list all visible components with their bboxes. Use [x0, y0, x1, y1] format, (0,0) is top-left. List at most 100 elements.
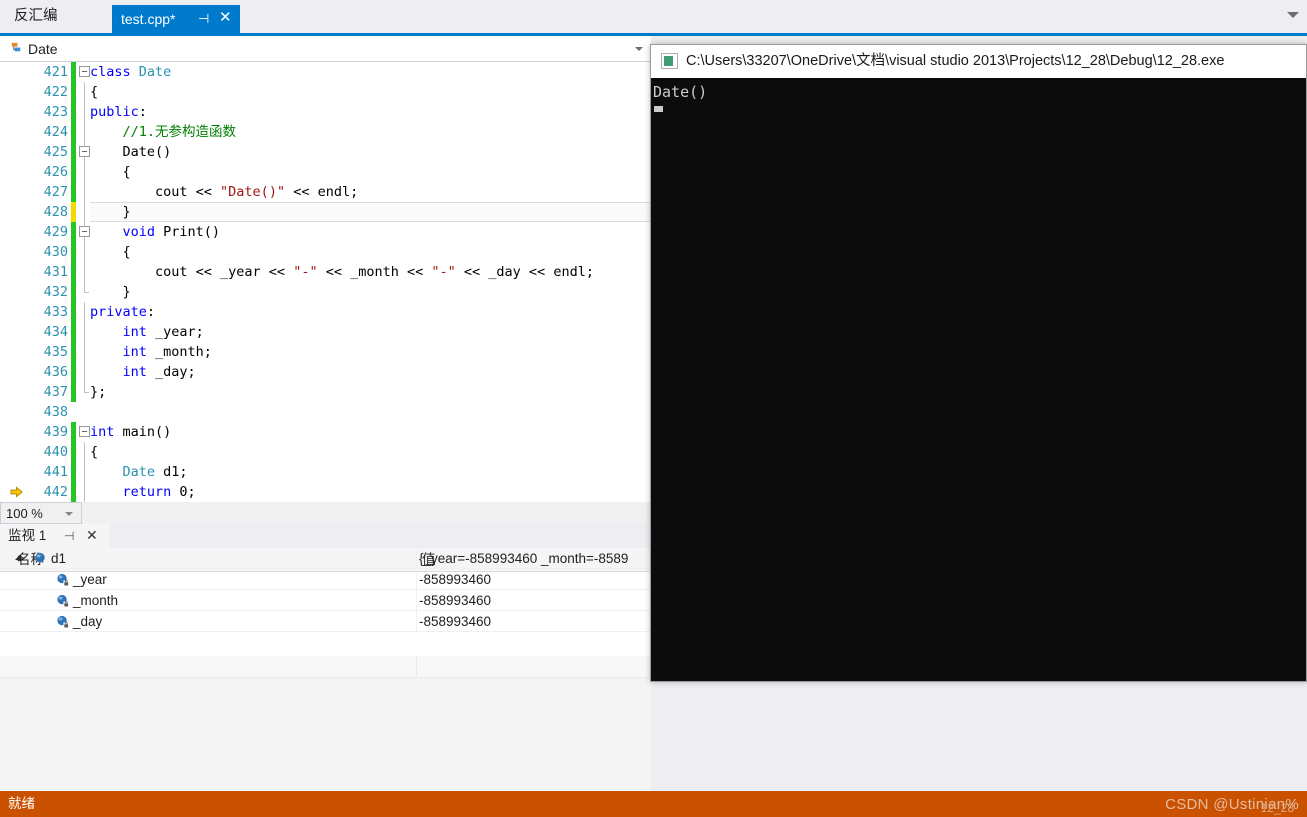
navigation-bar: Date: [0, 36, 651, 62]
code-text: Date d1;: [122, 464, 188, 480]
pin-icon[interactable]: ⊣: [198, 10, 209, 28]
code-text: int _month;: [122, 344, 212, 360]
outline-collapse-icon[interactable]: [79, 226, 90, 237]
code-line[interactable]: 421 class Date: [0, 62, 651, 82]
tab-test-cpp[interactable]: test.cpp* ⊣ ✕: [112, 5, 240, 33]
chevron-down-icon[interactable]: [1287, 12, 1299, 18]
breakpoint-gutter[interactable]: [0, 362, 30, 382]
variable-icon: [35, 552, 45, 563]
watch-variable-value[interactable]: {_year=-858993460 _month=-8589: [419, 549, 651, 568]
breakpoint-gutter[interactable]: [0, 302, 30, 322]
outlining-guide-line: [84, 442, 85, 462]
line-number: 427: [43, 184, 68, 200]
console-output-area[interactable]: Date(): [651, 78, 1306, 681]
breakpoint-gutter[interactable]: [0, 422, 30, 442]
code-text-area[interactable]: 421 class Date 422 {423 public: 424 //1.无参构造函…: [0, 62, 651, 502]
breakpoint-gutter[interactable]: [0, 442, 30, 462]
watch-variable-value[interactable]: -858993460: [419, 612, 651, 631]
code-line[interactable]: 439 int main(): [0, 422, 651, 442]
pin-icon[interactable]: ⊣: [64, 528, 74, 544]
outline-collapse-icon[interactable]: [79, 146, 90, 157]
close-icon[interactable]: ✕: [86, 526, 98, 544]
watch-empty-row[interactable]: [0, 656, 651, 678]
zoom-control[interactable]: 100 %: [0, 502, 82, 524]
console-title-bar[interactable]: C:\Users\33207\OneDrive\文档\visual studio…: [651, 45, 1306, 78]
breakpoint-gutter[interactable]: [0, 382, 30, 402]
breakpoint-gutter[interactable]: [0, 242, 30, 262]
code-text: int _year;: [122, 324, 204, 340]
breakpoint-gutter[interactable]: [0, 322, 30, 342]
tab-watch-1[interactable]: 监视 1 ⊣ ✕: [0, 524, 110, 548]
code-line[interactable]: 426 {: [0, 162, 651, 182]
breakpoint-gutter[interactable]: [0, 142, 30, 162]
watch-row[interactable]: d1 {_year=-858993460 _month=-8589: [0, 548, 651, 569]
horizontal-scrollbar[interactable]: [82, 502, 651, 524]
breakpoint-gutter[interactable]: [0, 82, 30, 102]
zoom-level-label: 100 %: [6, 506, 43, 521]
code-line[interactable]: 422 {: [0, 82, 651, 102]
code-line[interactable]: 423 public:: [0, 102, 651, 122]
navigation-scope-label[interactable]: Date: [28, 39, 58, 59]
chevron-down-icon[interactable]: [635, 47, 643, 51]
code-line[interactable]: 431 cout << _year << "-" << _month << "-…: [0, 262, 651, 282]
breakpoint-gutter[interactable]: [0, 462, 30, 482]
breakpoint-gutter[interactable]: [0, 282, 30, 302]
watch-variable-name[interactable]: d1: [51, 549, 66, 568]
change-indicator-bar: [71, 462, 76, 482]
code-text: };: [90, 384, 107, 400]
breakpoint-gutter[interactable]: [0, 182, 30, 202]
watch-variable-name[interactable]: _day: [73, 612, 102, 631]
code-line[interactable]: 424 //1.无参构造函数: [0, 122, 651, 142]
watch-variable-name[interactable]: _month: [73, 591, 118, 610]
code-line[interactable]: 432 }: [0, 282, 651, 302]
change-indicator-bar: [71, 62, 76, 82]
breakpoint-gutter[interactable]: [0, 62, 30, 82]
code-line[interactable]: 442 return 0;: [0, 482, 651, 502]
breakpoint-gutter[interactable]: [0, 162, 30, 182]
line-number: 422: [43, 84, 68, 100]
tab-disassembly[interactable]: 反汇编: [0, 0, 72, 33]
outline-collapse-icon[interactable]: [79, 426, 90, 437]
expand-collapse-icon[interactable]: [15, 554, 25, 564]
code-line[interactable]: 441 Date d1;: [0, 462, 651, 482]
watch-window-panel: 监视 1 ⊣ ✕ 名称 值 d1 {_year=-858993460 _month…: [0, 524, 651, 791]
close-icon[interactable]: ✕: [219, 8, 232, 28]
watch-tab-row: 监视 1 ⊣ ✕: [0, 524, 651, 548]
tab-label: test.cpp*: [121, 11, 176, 27]
current-line-highlight: [90, 202, 651, 222]
watch-row[interactable]: _month -858993460: [0, 590, 651, 611]
watch-variable-name[interactable]: _year: [73, 570, 107, 589]
code-line[interactable]: 440 {: [0, 442, 651, 462]
breakpoint-gutter[interactable]: [0, 402, 30, 422]
code-line[interactable]: 428 }: [0, 202, 651, 222]
code-line[interactable]: 434 int _year;: [0, 322, 651, 342]
code-line[interactable]: 430 {: [0, 242, 651, 262]
watch-variable-value[interactable]: -858993460: [419, 591, 651, 610]
breakpoint-gutter[interactable]: [0, 122, 30, 142]
outline-collapse-icon[interactable]: [79, 66, 90, 77]
watch-row[interactable]: _day -858993460: [0, 611, 651, 632]
cell-divider: [416, 611, 417, 631]
breakpoint-gutter[interactable]: [0, 342, 30, 362]
breakpoint-gutter[interactable]: [0, 222, 30, 242]
console-window[interactable]: C:\Users\33207\OneDrive\文档\visual studio…: [650, 44, 1307, 682]
code-line[interactable]: 427 cout << "Date()" << endl;: [0, 182, 651, 202]
watch-row[interactable]: _year -858993460: [0, 569, 651, 590]
breakpoint-gutter[interactable]: [0, 262, 30, 282]
code-line[interactable]: 435 int _month;: [0, 342, 651, 362]
breakpoint-gutter[interactable]: [0, 102, 30, 122]
editor-bottom-bar: 100 %: [0, 502, 651, 524]
chevron-down-icon[interactable]: [65, 512, 73, 516]
watch-variable-value[interactable]: -858993460: [419, 570, 651, 589]
code-line[interactable]: 437};: [0, 382, 651, 402]
code-line[interactable]: 429 void Print(): [0, 222, 651, 242]
code-line[interactable]: 436 int _day;: [0, 362, 651, 382]
code-line[interactable]: 433 private:: [0, 302, 651, 322]
watch-tab-label: 监视 1: [8, 528, 47, 543]
code-line[interactable]: 438: [0, 402, 651, 422]
watch-grid: 名称 值 d1 {_year=-858993460 _month=-8589 _ye…: [0, 548, 651, 791]
line-number: 431: [43, 264, 68, 280]
outlining-guide-line: [84, 162, 85, 182]
code-line[interactable]: 425 Date(): [0, 142, 651, 162]
breakpoint-gutter[interactable]: [0, 202, 30, 222]
